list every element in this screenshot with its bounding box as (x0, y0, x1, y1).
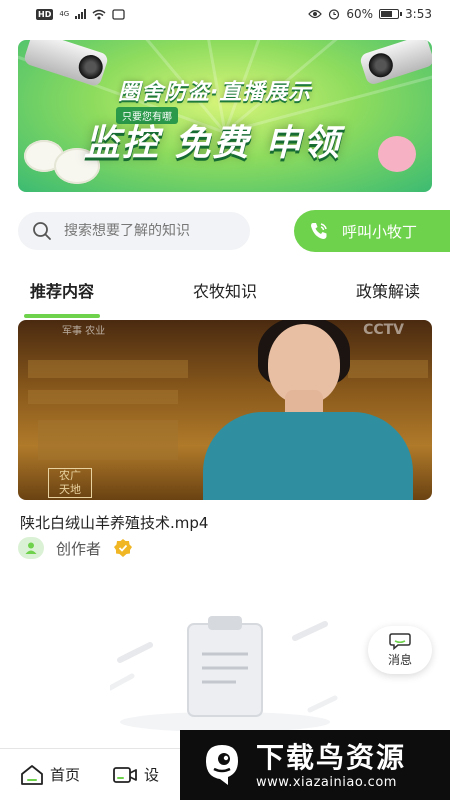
channel-logo: CCTV (363, 322, 404, 338)
message-status-icon (112, 8, 125, 20)
signal-icon (75, 9, 87, 19)
phone-icon (311, 223, 327, 239)
watermark-text: 下载鸟资源 www.xiazainiao.com (256, 741, 406, 790)
promo-banner[interactable]: 圈舍防盗·直播展示 只要您有哪 监控 免费 申领 (18, 40, 432, 192)
tab-active-indicator (24, 314, 101, 318)
nav-home[interactable]: 首页 (20, 764, 80, 786)
verified-badge-icon (114, 539, 133, 557)
status-bar: HD 4G 60% 3:53 (0, 0, 450, 28)
nav-device[interactable]: 设 (112, 764, 159, 786)
content-tabs: 推荐内容 农牧知识 政策解读 (18, 274, 432, 318)
battery-percent: 60% (346, 7, 374, 21)
author-row[interactable]: 创作者 (18, 537, 133, 559)
user-icon (25, 542, 37, 554)
background-panel (28, 360, 188, 378)
search-box[interactable] (18, 212, 250, 250)
watermark-banner: 下载鸟资源 www.xiazainiao.com (180, 730, 450, 800)
call-assistant-button[interactable]: 呼叫小牧丁 (294, 210, 450, 252)
watermark-url: www.xiazainiao.com (256, 774, 397, 790)
chat-bubble-icon (389, 633, 411, 650)
call-button-label: 呼叫小牧丁 (342, 222, 418, 241)
video-thumbnail[interactable]: 军事 农业 CCTV 农广 天地 (18, 320, 432, 500)
status-right: 60% 3:53 (308, 7, 432, 21)
background-panel (28, 390, 178, 404)
program-logo: 农广 天地 (48, 468, 92, 498)
watermark-title: 下载鸟资源 (256, 740, 407, 774)
background-panel (38, 420, 178, 460)
avatar (18, 537, 44, 559)
hd-icon: HD (36, 8, 54, 20)
camera-icon (113, 766, 137, 783)
message-label: 消息 (387, 653, 412, 667)
nav-home-label: 首页 (50, 766, 81, 784)
author-name: 创作者 (56, 539, 102, 558)
tab-label: 政策解读 (355, 282, 420, 301)
tab-label: 推荐内容 (30, 282, 95, 301)
background-panel (348, 360, 428, 378)
empty-state-illustration (110, 616, 338, 732)
tab-recommended[interactable]: 推荐内容 (18, 274, 106, 318)
tab-policy[interactable]: 政策解读 (344, 274, 432, 310)
camera-left-icon (22, 40, 110, 88)
status-left: HD 4G (36, 8, 125, 20)
home-icon (21, 764, 43, 785)
banner-title: 圈舍防盗·直播展示 (118, 80, 312, 105)
eye-icon (308, 9, 323, 19)
presenter-body (203, 412, 413, 500)
bird-logo-icon (206, 745, 238, 785)
clock: 3:53 (405, 7, 432, 21)
search-input[interactable] (64, 223, 214, 239)
search-icon (33, 222, 51, 240)
tab-label: 农牧知识 (192, 282, 257, 301)
battery-icon (379, 9, 403, 19)
alarm-icon (329, 9, 340, 20)
pig-icon (378, 136, 416, 172)
network-type: 4G (59, 10, 70, 18)
nav-device-label: 设 (144, 766, 160, 784)
message-button[interactable]: 消息 (368, 626, 432, 674)
video-title[interactable]: 陕北白绒山羊养殖技术.mp4 (20, 512, 208, 533)
tab-agri-knowledge[interactable]: 农牧知识 (181, 274, 269, 310)
wifi-icon (92, 9, 106, 19)
video-overlay-tag: 军事 农业 (62, 326, 106, 337)
banner-headline: 监控 免费 申领 (84, 123, 342, 164)
